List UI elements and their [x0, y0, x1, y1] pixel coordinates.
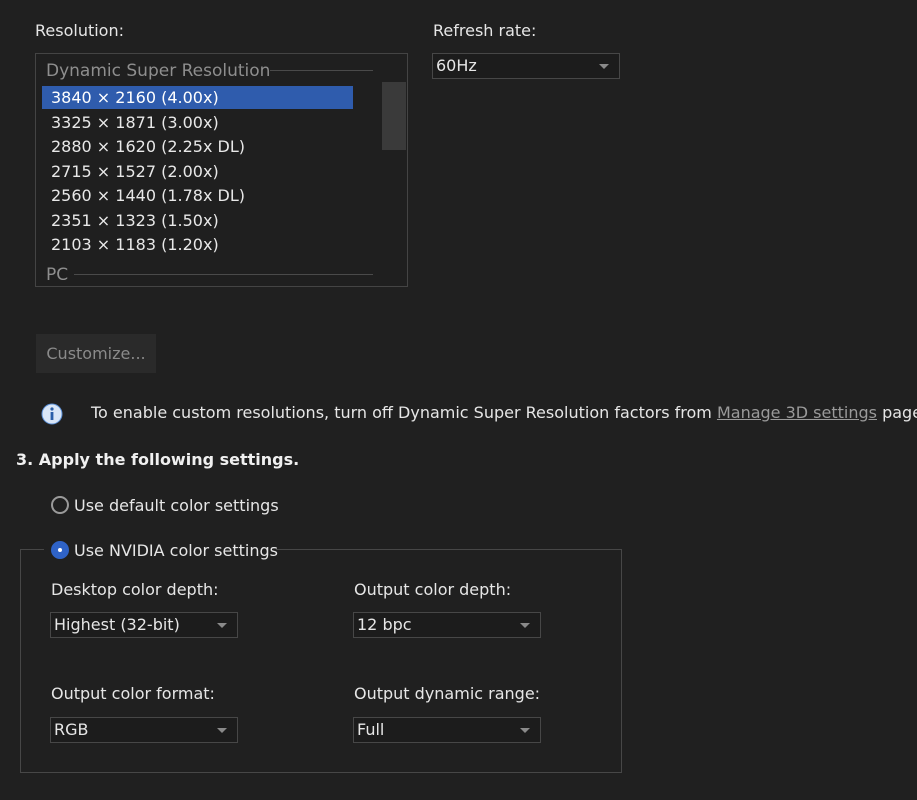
resolution-item[interactable]: 2715 × 1527 (2.00x) — [42, 160, 353, 183]
resolution-item[interactable]: 2103 × 1183 (1.20x) — [42, 233, 353, 256]
refresh-rate-value: 60Hz — [436, 56, 477, 75]
resolution-listbox[interactable]: Dynamic Super Resolution 3840 × 2160 (4.… — [35, 53, 408, 287]
section-title: 3. Apply the following settings. — [16, 450, 300, 469]
output-color-format-dropdown[interactable]: RGB — [50, 717, 238, 743]
output-color-format-label: Output color format: — [51, 684, 215, 703]
output-color-format-value: RGB — [54, 720, 89, 739]
chevron-down-icon — [520, 623, 530, 628]
desktop-color-depth-dropdown[interactable]: Highest (32-bit) — [50, 612, 238, 638]
radio-default-color-label[interactable]: Use default color settings — [74, 496, 279, 515]
chevron-down-icon — [217, 728, 227, 733]
info-text-end: page. — [882, 403, 917, 422]
chevron-down-icon — [599, 64, 609, 69]
display-settings-panel: Resolution: Dynamic Super Resolution 384… — [0, 0, 917, 800]
chevron-down-icon — [217, 623, 227, 628]
group-header-dsr: Dynamic Super Resolution — [46, 61, 271, 81]
group-header-pc: PC — [46, 265, 69, 285]
desktop-color-depth-label: Desktop color depth: — [51, 580, 219, 599]
resolution-item[interactable]: 2560 × 1440 (1.78x DL) — [42, 184, 353, 207]
refresh-rate-dropdown[interactable]: 60Hz — [432, 53, 620, 79]
radio-default-color[interactable] — [51, 496, 69, 514]
output-color-depth-dropdown[interactable]: 12 bpc — [353, 612, 541, 638]
refresh-rate-label: Refresh rate: — [433, 21, 537, 40]
group-divider — [270, 70, 373, 71]
info-icon — [41, 403, 63, 425]
customize-button[interactable]: Customize... — [36, 334, 156, 373]
output-dynamic-range-value: Full — [357, 720, 385, 739]
resolution-label: Resolution: — [35, 21, 124, 40]
resolution-item[interactable]: 2880 × 1620 (2.25x DL) — [42, 135, 353, 158]
resolution-item[interactable]: 3325 × 1871 (3.00x) — [42, 111, 353, 134]
chevron-down-icon — [520, 728, 530, 733]
info-message: To enable custom resolutions, turn off D… — [91, 403, 917, 422]
resolution-item[interactable]: 2351 × 1323 (1.50x) — [42, 209, 353, 232]
desktop-color-depth-value: Highest (32-bit) — [54, 615, 180, 634]
output-color-depth-value: 12 bpc — [357, 615, 412, 634]
group-divider — [74, 274, 373, 275]
output-color-depth-label: Output color depth: — [354, 580, 512, 599]
info-text: To enable custom resolutions, turn off D… — [91, 403, 717, 422]
manage-3d-settings-link[interactable]: Manage 3D settings — [717, 403, 877, 422]
radio-nvidia-color-label[interactable]: Use NVIDIA color settings — [74, 541, 278, 560]
resolution-item[interactable]: 3840 × 2160 (4.00x) — [42, 86, 353, 109]
scrollbar-thumb[interactable] — [382, 82, 406, 150]
output-dynamic-range-dropdown[interactable]: Full — [353, 717, 541, 743]
output-dynamic-range-label: Output dynamic range: — [354, 684, 541, 703]
radio-nvidia-color[interactable] — [51, 541, 69, 559]
